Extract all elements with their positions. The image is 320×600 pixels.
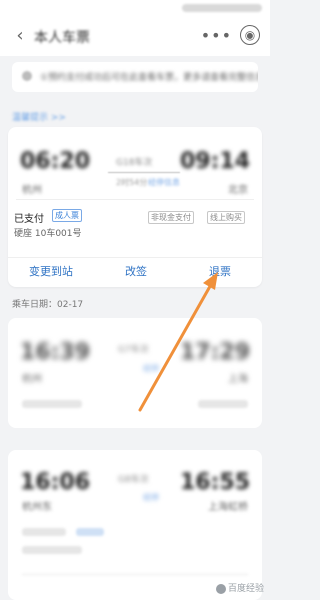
watermark-text: 百度经验 bbox=[227, 584, 264, 594]
watermark: 百度经验 bbox=[215, 581, 264, 594]
annotation-arrow bbox=[138, 272, 218, 412]
paw-icon bbox=[215, 583, 226, 594]
